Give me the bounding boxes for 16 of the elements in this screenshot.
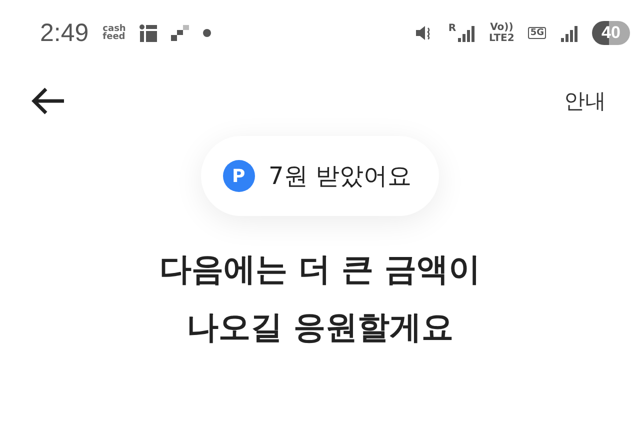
help-link[interactable]: 안내 — [564, 87, 606, 115]
notification-logo: cash feed — [102, 25, 125, 41]
headline-text: 나오길 응원할게요 — [186, 307, 454, 348]
reward-text: 7원 받았어요 — [268, 161, 412, 192]
dot-icon — [202, 29, 211, 37]
signal-icon — [560, 24, 578, 42]
app-notification-icon — [138, 24, 157, 42]
signal-icon — [457, 24, 476, 42]
point-icon: P — [222, 160, 255, 192]
back-icon[interactable] — [30, 86, 66, 116]
roaming-label: R — [448, 24, 456, 34]
headline-text: 다음에는 더 큰 금액이 — [159, 249, 481, 290]
status-time: 2:49 — [40, 18, 89, 48]
steps-icon — [170, 25, 189, 41]
volte-label: Vo)) LTE2 — [489, 22, 514, 44]
network-label: 5G — [528, 27, 546, 39]
